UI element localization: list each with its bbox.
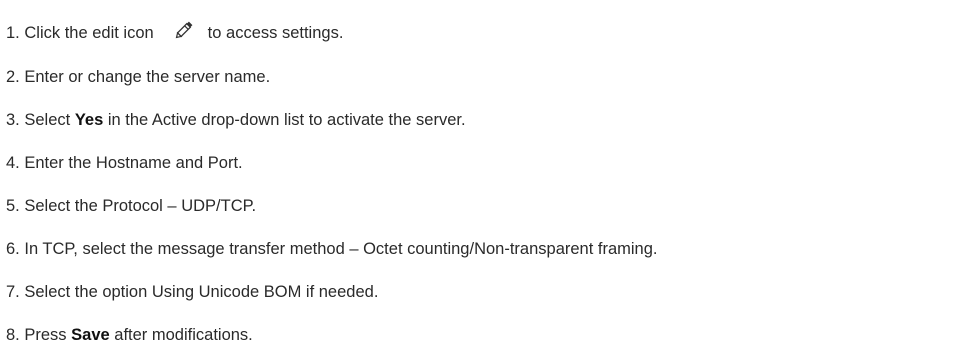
step-text-after: to access settings.: [207, 24, 344, 42]
bold-button-save: Save: [71, 326, 110, 344]
step-text: Enter or change the server name.: [24, 68, 271, 86]
step-number: 5.: [6, 197, 20, 215]
step-4: 4. Enter the Hostname and Port.: [6, 148, 243, 178]
step-number: 1.: [6, 24, 20, 42]
step-8: 8. Press Save after modifications.: [6, 320, 253, 350]
step-5: 5. Select the Protocol – UDP/TCP.: [6, 191, 256, 221]
bold-option-yes: Yes: [74, 111, 104, 129]
instruction-steps: 1. Click the edit icon to access setting…: [0, 0, 967, 358]
step-text: In TCP, select the message transfer meth…: [24, 240, 658, 258]
step-text: Select: [24, 111, 71, 129]
step-number: 4.: [6, 154, 20, 172]
step-number: 3.: [6, 111, 20, 129]
step-3: 3. Select Yes in the Active drop-down li…: [6, 105, 466, 135]
step-number: 6.: [6, 240, 20, 258]
step-number: 8.: [6, 326, 20, 344]
step-text-after: after modifications.: [114, 326, 253, 344]
step-text: Press: [24, 326, 67, 344]
step-text: Select the Protocol – UDP/TCP.: [24, 197, 257, 215]
step-text: Click the edit icon: [24, 24, 154, 42]
step-number: 7.: [6, 283, 20, 301]
step-text: Enter the Hostname and Port.: [24, 154, 243, 172]
step-1: 1. Click the edit icon to access setting…: [6, 18, 343, 48]
step-6: 6. In TCP, select the message transfer m…: [6, 234, 658, 264]
step-text-after: in the Active drop-down list to activate…: [107, 111, 466, 129]
step-7: 7. Select the option Using Unicode BOM i…: [6, 277, 378, 307]
step-text: Select the option Using Unicode BOM if n…: [24, 283, 379, 301]
pencil-edit-icon: [174, 18, 196, 40]
step-number: 2.: [6, 68, 20, 86]
step-2: 2. Enter or change the server name.: [6, 62, 270, 92]
